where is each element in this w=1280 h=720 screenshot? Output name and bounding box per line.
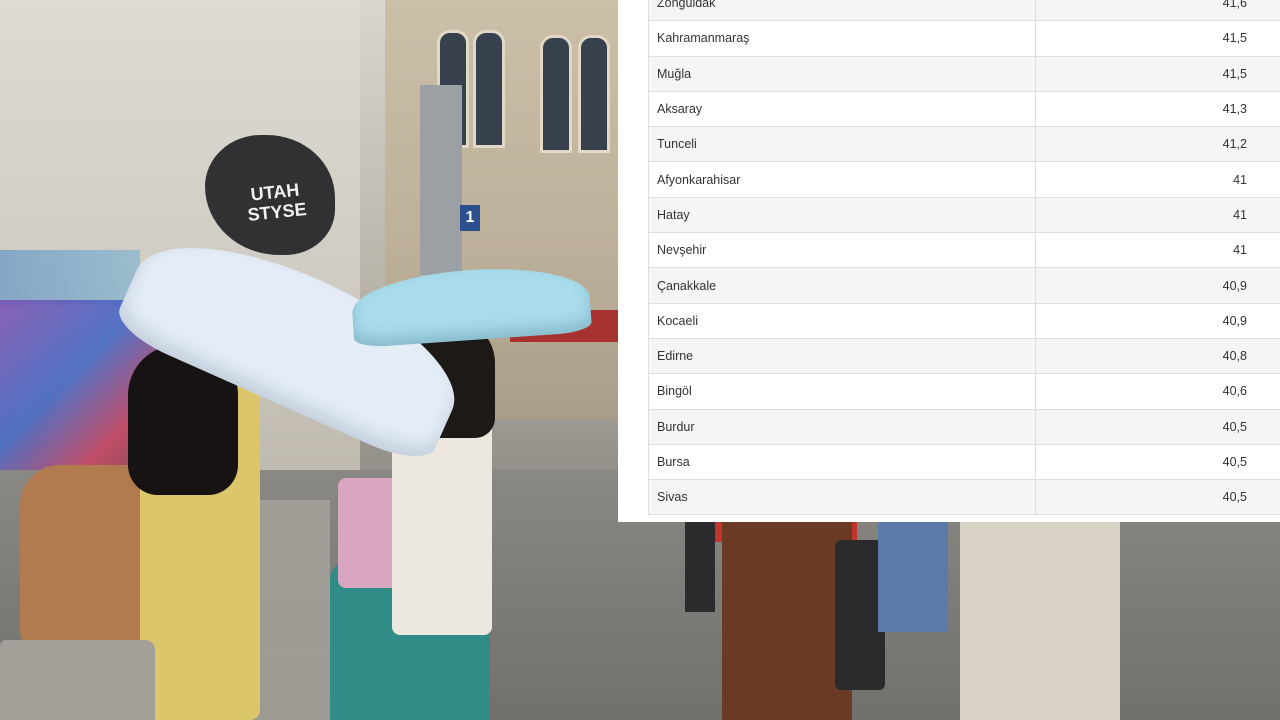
temperature-cell: 41,6 [1035,0,1280,22]
city-cell: Hatay [648,196,1036,234]
pedestrian-brown-trousers [722,522,852,720]
pedestrian-beige-trousers [960,522,1120,720]
city-cell: Kocaeli [648,302,1036,339]
temperature-cell: 41 [1035,196,1280,234]
table-row: Sivas 40,5 [648,479,1280,516]
temperature-cell: 41,2 [1035,126,1280,163]
temperature-cell: 40,6 [1035,373,1280,410]
temperature-cell: 40,5 [1035,443,1280,481]
city-cell: Muğla [648,55,1036,92]
table-row: Kocaeli 40,9 [648,302,1280,339]
table-row: Bingöl 40,6 [648,373,1280,410]
table-row: Edirne 40,8 [648,337,1280,375]
temperature-cell: 40,5 [1035,479,1280,516]
city-cell: Zonguldak [648,0,1036,22]
table-body: Zonguldak 41,6 Kahramanmaraş 41,5 Muğla 41,5 A… [648,0,1280,516]
temperature-cell: 41,5 [1035,20,1280,57]
street-sign-number: 1 [460,205,480,231]
temperature-table: Zonguldak 41,6 Kahramanmaraş 41,5 Muğla 41,5 A… [648,0,1280,516]
city-cell: Tunceli [648,126,1036,163]
temperature-cell: 41,5 [1035,55,1280,92]
temperature-cell: 41,3 [1035,90,1280,128]
temperature-cell: 40,5 [1035,408,1280,445]
table-row: Afyonkarahisar 41 [648,161,1280,198]
city-cell: Afyonkarahisar [648,161,1036,198]
temperature-cell: 41 [1035,161,1280,198]
building-window [473,30,505,148]
temperature-table-card: Zonguldak 41,6 Kahramanmaraş 41,5 Muğla 41,5 A… [618,0,1280,522]
city-cell: Çanakkale [648,267,1036,304]
table-row: Kahramanmaraş 41,5 [648,20,1280,57]
temperature-cell: 40,9 [1035,302,1280,339]
pedestrian-jeans [878,522,948,632]
table-row: Aksaray 41,3 [648,90,1280,128]
city-cell: Sivas [648,479,1036,516]
table-row: Tunceli 41,2 [648,126,1280,163]
building-window [578,35,610,153]
temperature-cell: 41 [1035,232,1280,269]
table-row: Nevşehir 41 [648,232,1280,269]
stone-block [0,640,155,720]
table-row: Burdur 40,5 [648,408,1280,445]
building-window [540,35,572,153]
temperature-cell: 40,8 [1035,337,1280,375]
pink-shopping-bag [338,478,398,588]
city-cell: Aksaray [648,90,1036,128]
table-row: Bursa 40,5 [648,443,1280,481]
city-cell: Edirne [648,337,1036,375]
city-cell: Nevşehir [648,232,1036,269]
table-row: Çanakkale 40,9 [648,267,1280,304]
city-cell: Bursa [648,443,1036,481]
table-row: Hatay 41 [648,196,1280,234]
graffiti-strip [0,250,140,305]
city-cell: Kahramanmaraş [648,20,1036,57]
pedestrian-legs [685,522,715,612]
table-row: Muğla 41,5 [648,55,1280,92]
table-wrapper: Zonguldak 41,6 Kahramanmaraş 41,5 Muğla 41,5 A… [648,0,1280,516]
table-row: Zonguldak 41,6 [648,0,1280,22]
city-cell: Burdur [648,408,1036,445]
city-cell: Bingöl [648,373,1036,410]
sign-pole [420,85,462,275]
temperature-cell: 40,9 [1035,267,1280,304]
